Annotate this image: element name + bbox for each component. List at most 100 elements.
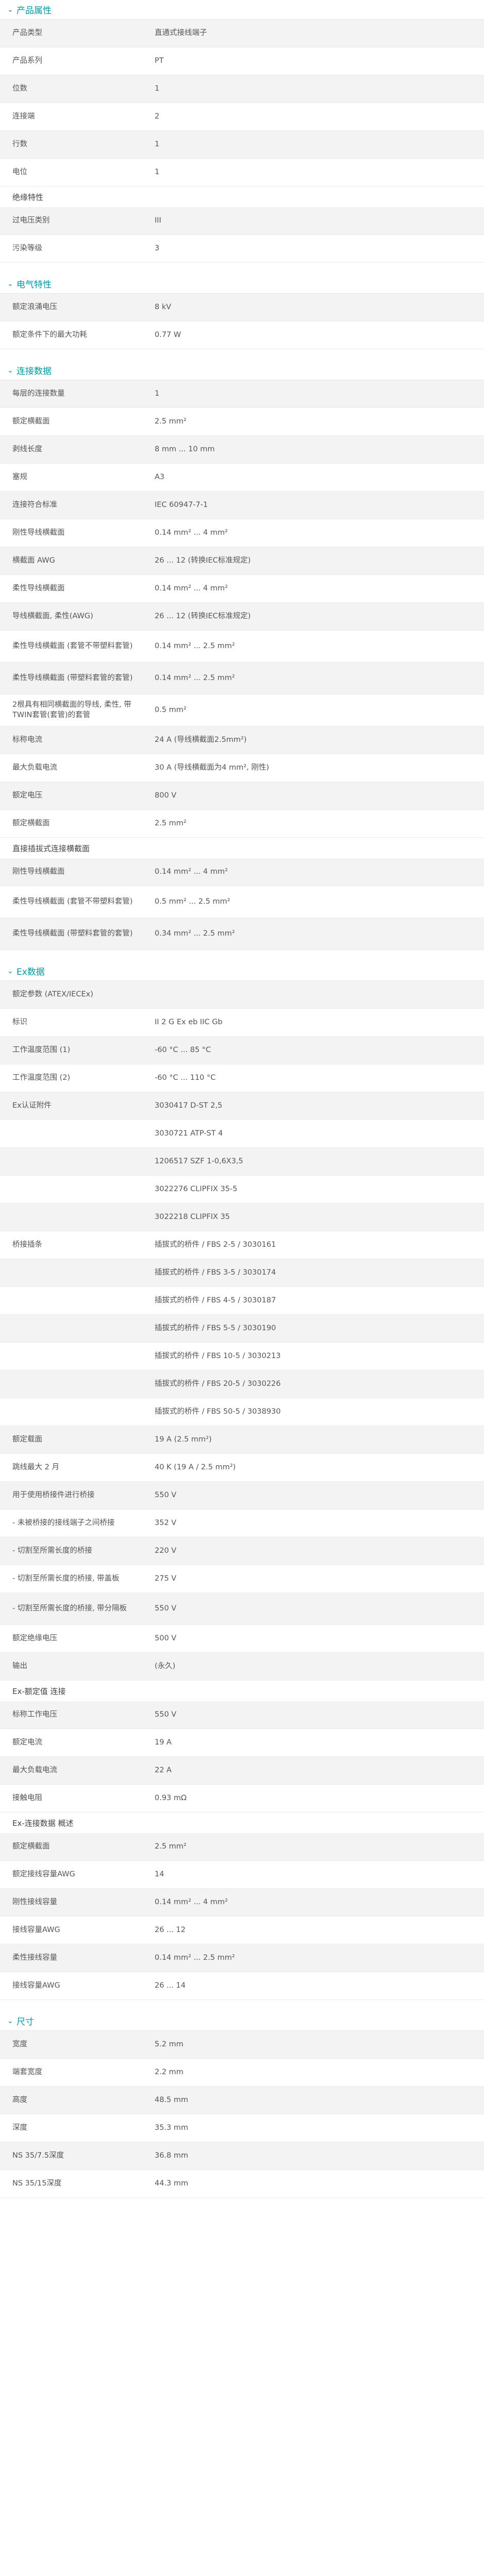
group-title: 绝缘特性 [12,192,44,202]
spec-label: 行数 [12,140,27,148]
spec-row: 额定横截面 2.5 mm² [0,810,484,838]
spec-row: 3022218 CLIPFIX 35 [0,1204,484,1231]
group-title: 直接插拔式连接横截面 [12,843,90,853]
spec-label: 桥接插条 [12,1240,42,1249]
spec-value: -60 °C ... 85 °C [155,1045,211,1054]
spec-value: 550 V [155,1604,177,1613]
spec-value: 0.14 mm² ... 2.5 mm² [155,641,235,650]
spec-value: 8 mm ... 10 mm [155,445,215,453]
chevron-down-icon: ⌄ [7,5,13,14]
spec-label: 深度 [12,2123,27,2132]
spec-row: - 未被桥接的接线端子之间桥接 352 V [0,1510,484,1537]
spec-value: II 2 G Ex eb IIC Gb [155,1018,223,1026]
spec-label: 刚性导线横截面 [12,867,65,876]
section-title: 产品属性 [16,6,52,16]
spec-value: 0.14 mm² ... 2.5 mm² [155,673,235,682]
spec-row: 刚性导线横截面 0.14 mm² ... 4 mm² [0,858,484,886]
spec-row: 插拔式的桥件 / FBS 50-5 / 3038930 [0,1398,484,1426]
chevron-down-icon: ⌄ [7,2016,13,2025]
spec-row: NS 35/7.5深度 36.8 mm [0,2142,484,2170]
spec-label: 跳线最大 2 月 [12,1463,59,1471]
spec-value: 直通式接线端子 [155,28,207,37]
spec-row: 工作温度范围 (1) -60 °C ... 85 °C [0,1037,484,1064]
spec-label: 额定电压 [12,791,42,800]
spec-value: 30 A (导线横截面为4 mm², 刚性) [155,763,270,772]
spec-value: 1206517 SZF 1-0,6X3,5 [155,1157,243,1165]
spec-label: 额定横截面 [12,417,50,426]
spec-label: 额定载面 [12,1435,42,1444]
spec-row: - 切割至所需长度的桥接, 带盖板 275 V [0,1565,484,1593]
spec-value: (永久) [155,1662,176,1670]
spec-row: 连接端 2 [0,103,484,131]
section-header[interactable]: ⌄ 尺寸 [0,2011,484,2031]
spec-value: 8 kV [155,302,172,311]
spec-row: 刚性导线横截面 0.14 mm² ... 4 mm² [0,519,484,547]
spec-label: - 切割至所需长度的桥接, 带盖板 [12,1574,120,1583]
section-header[interactable]: ⌄ 产品属性 [0,0,484,20]
spec-row: 插拔式的桥件 / FBS 5-5 / 3030190 [0,1315,484,1343]
spec-value: 1 [155,167,160,176]
spec-value: 14 [155,1870,164,1878]
spec-row: 产品类型 直通式接线端子 [0,20,484,47]
spec-value: 40 K (19 A / 2.5 mm²) [155,1463,236,1471]
spec-value: PT [155,56,164,65]
spec-label: 接触电阻 [12,1793,42,1802]
spec-label: 标识 [12,1018,27,1026]
spec-value: 1 [155,389,160,398]
spec-row: 输出 (永久) [0,1653,484,1681]
spec-label: 柔性接线容量 [12,1953,57,1962]
spec-row: - 切割至所需长度的桥接, 带分隔板 550 V [0,1593,484,1625]
spec-label: 工作温度范围 (1) [12,1045,71,1054]
spec-value: 550 V [155,1710,177,1719]
spec-label: 接线容量AWG [12,1981,60,1990]
spec-label: Ex认证附件 [12,1101,52,1110]
spec-label: 2根具有相同横截面的导线, 柔性, 带TWIN套管(套管)的套管 [12,700,131,719]
spec-row: 柔性导线横截面 (套管不带塑料套管) 0.14 mm² ... 2.5 mm² [0,631,484,663]
spec-label: 标称电流 [12,735,42,744]
spec-value: 800 V [155,791,177,800]
spec-row: 标称电流 24 A (导线横截面2.5mm²) [0,726,484,754]
spec-row: 接线容量AWG 26 ... 12 [0,1917,484,1944]
spec-label: - 未被桥接的接线端子之间桥接 [12,1518,115,1527]
spec-row: 额定绝缘电压 500 V [0,1625,484,1653]
spec-value: IEC 60947-7-1 [155,500,208,509]
section-header[interactable]: ⌄ Ex数据 [0,961,484,981]
spec-row: 用于使用桥接件进行桥接 550 V [0,1482,484,1510]
spec-row: 额定电压 800 V [0,782,484,810]
section-title: Ex数据 [16,967,45,977]
spec-row: 行数 1 [0,131,484,159]
group-title: Ex-额定值 连接 [12,1686,66,1696]
spec-value: 2 [155,112,160,121]
spec-label: 柔性导线横截面 (带塑料套管的套管) [12,929,133,938]
spec-value: 0.14 mm² ... 4 mm² [155,1897,228,1906]
spec-value: 0.34 mm² ... 2.5 mm² [155,929,235,938]
spec-label: 额定条件下的最大功耗 [12,330,87,339]
spec-row: 标识 II 2 G Ex eb IIC Gb [0,1009,484,1037]
spec-row: 额定参数 (ATEX/IECEx) [0,981,484,1009]
spec-row: 柔性接线容量 0.14 mm² ... 2.5 mm² [0,1944,484,1972]
spec-value: 26 ... 12 [155,1925,186,1934]
spec-value: 35.3 mm [155,2123,189,2132]
spec-label: - 切割至所需长度的桥接, 带分隔板 [12,1604,127,1613]
section-header[interactable]: ⌄ 电气特性 [0,274,484,294]
spec-row: 过电压类别 III [0,207,484,235]
spec-value: 36.8 mm [155,2151,189,2160]
spec-row: NS 35/15深度 44.3 mm [0,2170,484,2198]
spec-row: 端套宽度 2.2 mm [0,2059,484,2087]
spec-row: 接触电阻 0.93 mΩ [0,1785,484,1812]
spec-value: 550 V [155,1490,177,1499]
spec-label: 刚性接线容量 [12,1897,57,1906]
spec-value: -60 °C ... 110 °C [155,1073,216,1082]
spec-value: A3 [155,472,165,481]
spec-value: 0.14 mm² ... 2.5 mm² [155,1953,235,1962]
spec-row: 连接符合标准 IEC 60947-7-1 [0,492,484,519]
spec-value: 2.5 mm² [155,819,187,827]
spec-value: 0.93 mΩ [155,1793,187,1802]
spec-label: 宽度 [12,2040,27,2048]
spec-label: 塞规 [12,472,27,481]
spec-label: 额定浪涌电压 [12,302,57,311]
spec-value: 26 ... 12 (转换IEC标准规定) [155,556,251,565]
section-header[interactable]: ⌄ 连接数据 [0,361,484,380]
